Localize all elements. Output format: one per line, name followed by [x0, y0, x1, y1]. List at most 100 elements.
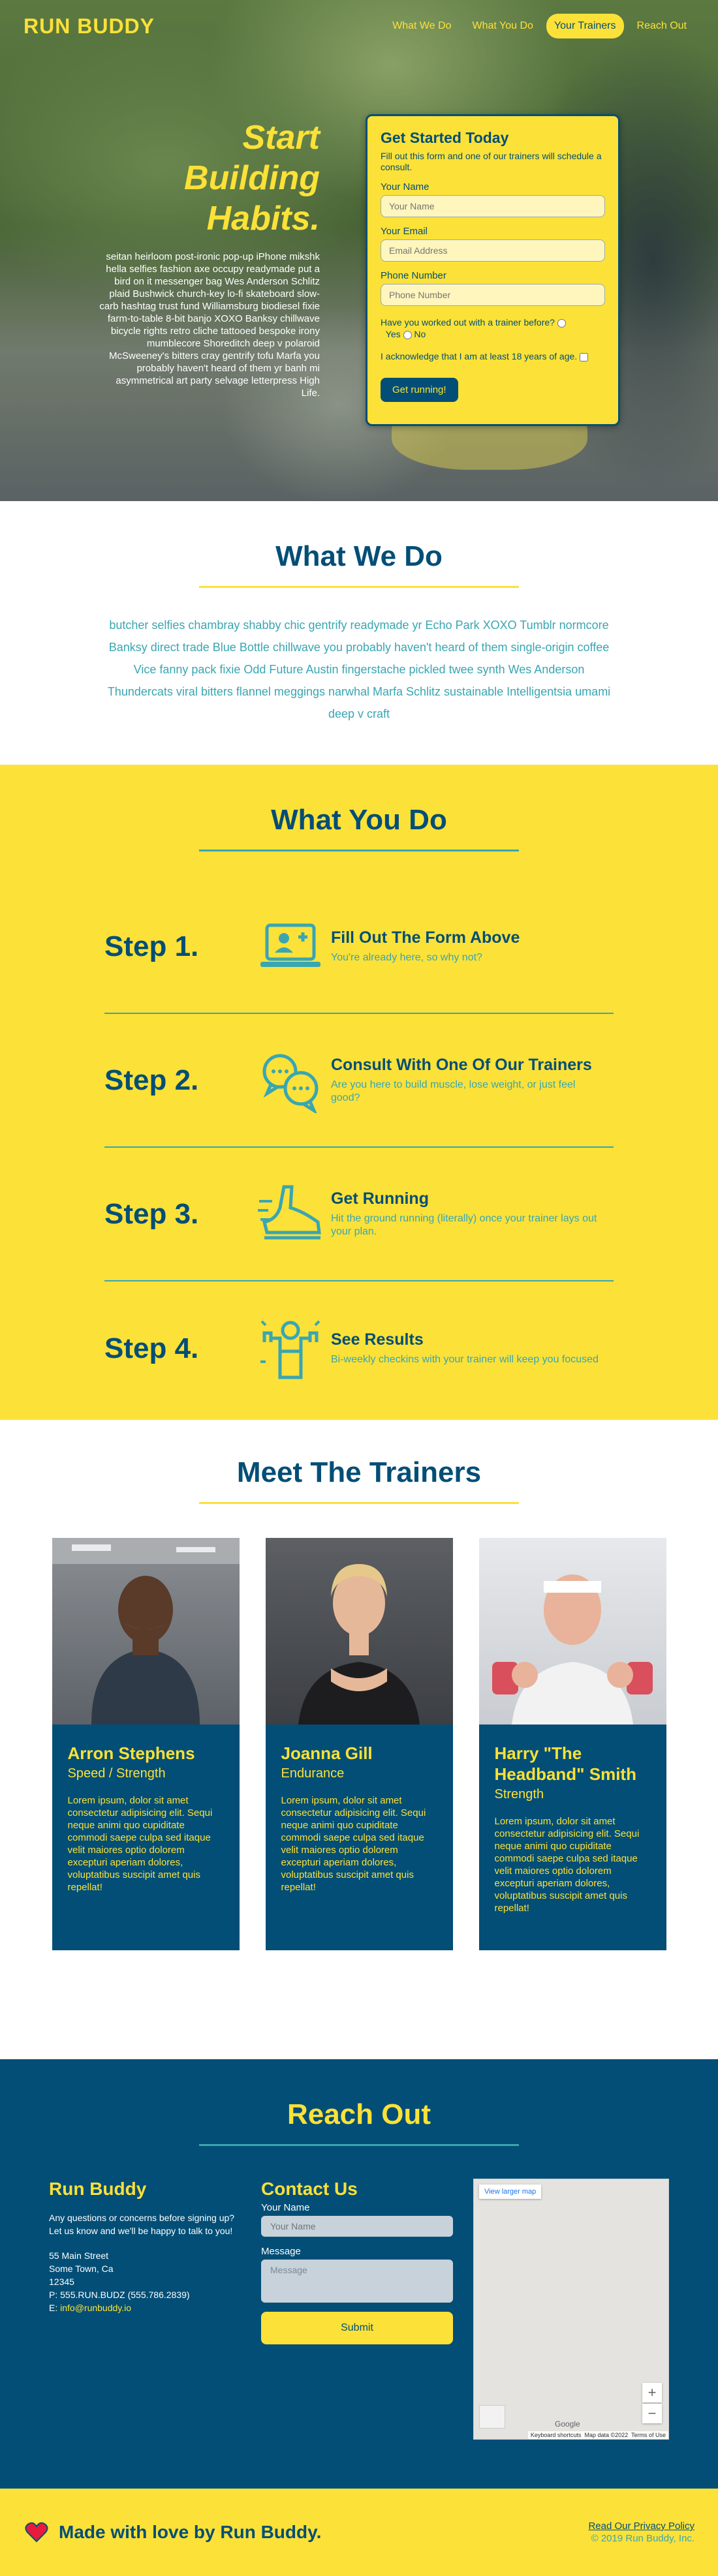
trainer-photo [265, 1538, 453, 1725]
site-footer: Made with love by Run Buddy. Read Our Pr… [0, 2489, 718, 2576]
section-divider [199, 586, 519, 588]
hero-body-text: seitan heirloom post-ironic pop-up iPhon… [99, 251, 320, 399]
reach-out-title: Reach Out [287, 2098, 431, 2130]
age-checkbox[interactable] [580, 352, 589, 361]
section-divider [199, 850, 519, 851]
what-we-do-title: What We Do [275, 540, 443, 572]
section-divider [199, 1502, 519, 1504]
reach-out-section: Reach Out Run Buddy Any questions or con… [0, 2059, 718, 2489]
email-link[interactable]: info@runbuddy.io [60, 2303, 131, 2313]
google-map[interactable]: View larger map + − Google Keyboard shor… [473, 2179, 669, 2440]
trainer-card: Joanna Gill Endurance Lorem ipsum, dolor… [265, 1538, 453, 1950]
hero-headline: Start Building Habits. [184, 119, 320, 238]
step-title: See Results [331, 1330, 424, 1349]
site-header: RUN BUDDY What We Do What You Do Your Tr… [0, 0, 718, 52]
pegman-icon[interactable] [479, 2405, 505, 2429]
trainer-name: Joanna Gill [281, 1743, 373, 1763]
email-label: Your Email [381, 226, 428, 237]
step-number: Step 4. [104, 1332, 199, 1364]
name-label: Your Name [381, 181, 429, 192]
trainer-bio: Lorem ipsum, dolor sit amet consectetur … [281, 1795, 426, 1893]
hero-copy: Start Building Habits. seitan heirloom p… [98, 117, 320, 399]
trainer-role: Endurance [281, 1766, 345, 1781]
zoom-in-button[interactable]: + [642, 2383, 662, 2402]
step-title: Consult With One Of Our Trainers [331, 1056, 592, 1074]
trainer-bio: Lorem ipsum, dolor sit amet consectetur … [67, 1795, 213, 1893]
steps-list: Step 1. Fill Out The Form Above You're a… [104, 880, 614, 1415]
signup-form: Get Started Today Fill out this form and… [366, 114, 620, 426]
site-logo[interactable]: RUN BUDDY [23, 14, 155, 38]
map-footer: Keyboard shortcuts Map data ©2022 Terms … [527, 2431, 668, 2439]
trainer-cards: Arron Stephens Speed / Strength Lorem ip… [0, 1538, 718, 1950]
trainer-bio: Lorem ipsum, dolor sit amet consectetur … [494, 1816, 640, 1914]
address: 55 Main Street Some Town, Ca 12345 P: 55… [49, 2250, 190, 2313]
step-description: You're already here, so why not? [331, 952, 482, 963]
step-description: Are you here to build muscle, lose weigh… [331, 1079, 576, 1103]
nav-your-trainers[interactable]: Your Trainers [546, 14, 624, 38]
contact-name-label: Your Name [261, 2202, 310, 2213]
what-you-do-title: What You Do [271, 804, 447, 836]
contact-form: Contact Us Your Name Message Message Sub… [261, 2179, 473, 2440]
section-divider [199, 2144, 519, 2146]
step-item: Step 1. Fill Out The Form Above You're a… [104, 880, 614, 1014]
trainer-role: Strength [494, 1787, 544, 1802]
contact-info: Run Buddy Any questions or concerns befo… [49, 2179, 261, 2440]
heart-icon [25, 2522, 48, 2543]
age-acknowledgement: I acknowledge that I am at least 18 year… [381, 350, 605, 362]
intro-text: Let us know and we'll be happy to talk t… [49, 2226, 233, 2236]
phone-field[interactable] [381, 284, 605, 306]
step-description: Hit the ground running (literally) once … [331, 1213, 597, 1237]
form-subtitle: Fill out this form and one of our traine… [381, 151, 602, 172]
contact-name-field[interactable] [261, 2216, 453, 2237]
step-item: Step 2. Consult With One Of Our Trainers… [104, 1014, 614, 1148]
email-field[interactable] [381, 239, 605, 262]
phone-label: Phone Number [381, 270, 446, 281]
submit-button[interactable]: Submit [261, 2312, 453, 2344]
copyright: © 2019 Run Buddy, Inc. [591, 2533, 695, 2544]
what-we-do-section: What We Do butcher selfies chambray shab… [0, 501, 718, 765]
trainer-no-radio[interactable] [403, 330, 412, 339]
trainer-photo [52, 1538, 240, 1725]
nav-what-we-do[interactable]: What We Do [384, 14, 459, 38]
get-running-button[interactable]: Get running! [381, 378, 458, 402]
step-description: Bi-weekly checkins with your trainer wil… [331, 1354, 599, 1365]
phone-number: P: 555.RUN.BUDZ (555.786.2839) [49, 2290, 190, 2300]
zoom-out-button[interactable]: − [642, 2404, 662, 2423]
message-label: Message [261, 2246, 301, 2257]
step-number: Step 2. [104, 1064, 199, 1096]
made-with-love-text: Made with love by Run Buddy. [59, 2522, 322, 2542]
message-field[interactable]: Message [261, 2260, 453, 2303]
step-item: Step 3. Get Running Hit the ground runni… [104, 1148, 614, 1281]
main-nav: What We Do What You Do Your Trainers Rea… [384, 14, 695, 38]
intro-text: Any questions or concerns before signing… [49, 2213, 235, 2223]
trainer-role: Speed / Strength [67, 1766, 166, 1781]
step-number: Step 1. [104, 930, 199, 962]
nav-what-you-do[interactable]: What You Do [465, 14, 541, 38]
nav-reach-out[interactable]: Reach Out [629, 14, 695, 38]
trainer-name: Harry "The Headband" Smith [494, 1743, 636, 1784]
trainer-card: Harry "The Headband" Smith Strength Lore… [478, 1538, 666, 1950]
trainer-photo [478, 1538, 666, 1725]
company-name: Run Buddy [49, 2179, 147, 2199]
step-title: Get Running [331, 1189, 429, 1208]
step-title: Fill Out The Form Above [331, 928, 520, 947]
form-title: Get Started Today [381, 129, 509, 146]
name-field[interactable] [381, 195, 605, 217]
chat-bubbles-icon [258, 1048, 331, 1113]
trainers-title: Meet The Trainers [236, 1456, 482, 1488]
hero-section: RUN BUDDY What We Do What You Do Your Tr… [0, 0, 718, 501]
trainer-name: Arron Stephens [67, 1743, 195, 1763]
privacy-policy-link[interactable]: Read Our Privacy Policy [588, 2521, 695, 2532]
google-logo: Google [555, 2419, 580, 2429]
trainer-card: Arron Stephens Speed / Strength Lorem ip… [52, 1538, 240, 1950]
what-we-do-body: butcher selfies chambray shabby chic gen… [107, 619, 611, 720]
step-item: Step 4. See Results Bi-weekly checkins w… [104, 1281, 614, 1415]
trainer-yes-radio[interactable] [557, 318, 566, 328]
contact-title: Contact Us [261, 2179, 358, 2199]
step-number: Step 3. [104, 1197, 199, 1230]
what-you-do-section: What You Do Step 1. Fill Out The Form Ab… [0, 765, 718, 1420]
view-larger-map-link[interactable]: View larger map [479, 2185, 542, 2199]
trainer-question: Have you worked out with a trainer befor… [381, 316, 605, 340]
trainers-section: Meet The Trainers Arron Stephens Speed /… [0, 1420, 718, 2059]
laptop-add-user-icon [258, 917, 331, 976]
